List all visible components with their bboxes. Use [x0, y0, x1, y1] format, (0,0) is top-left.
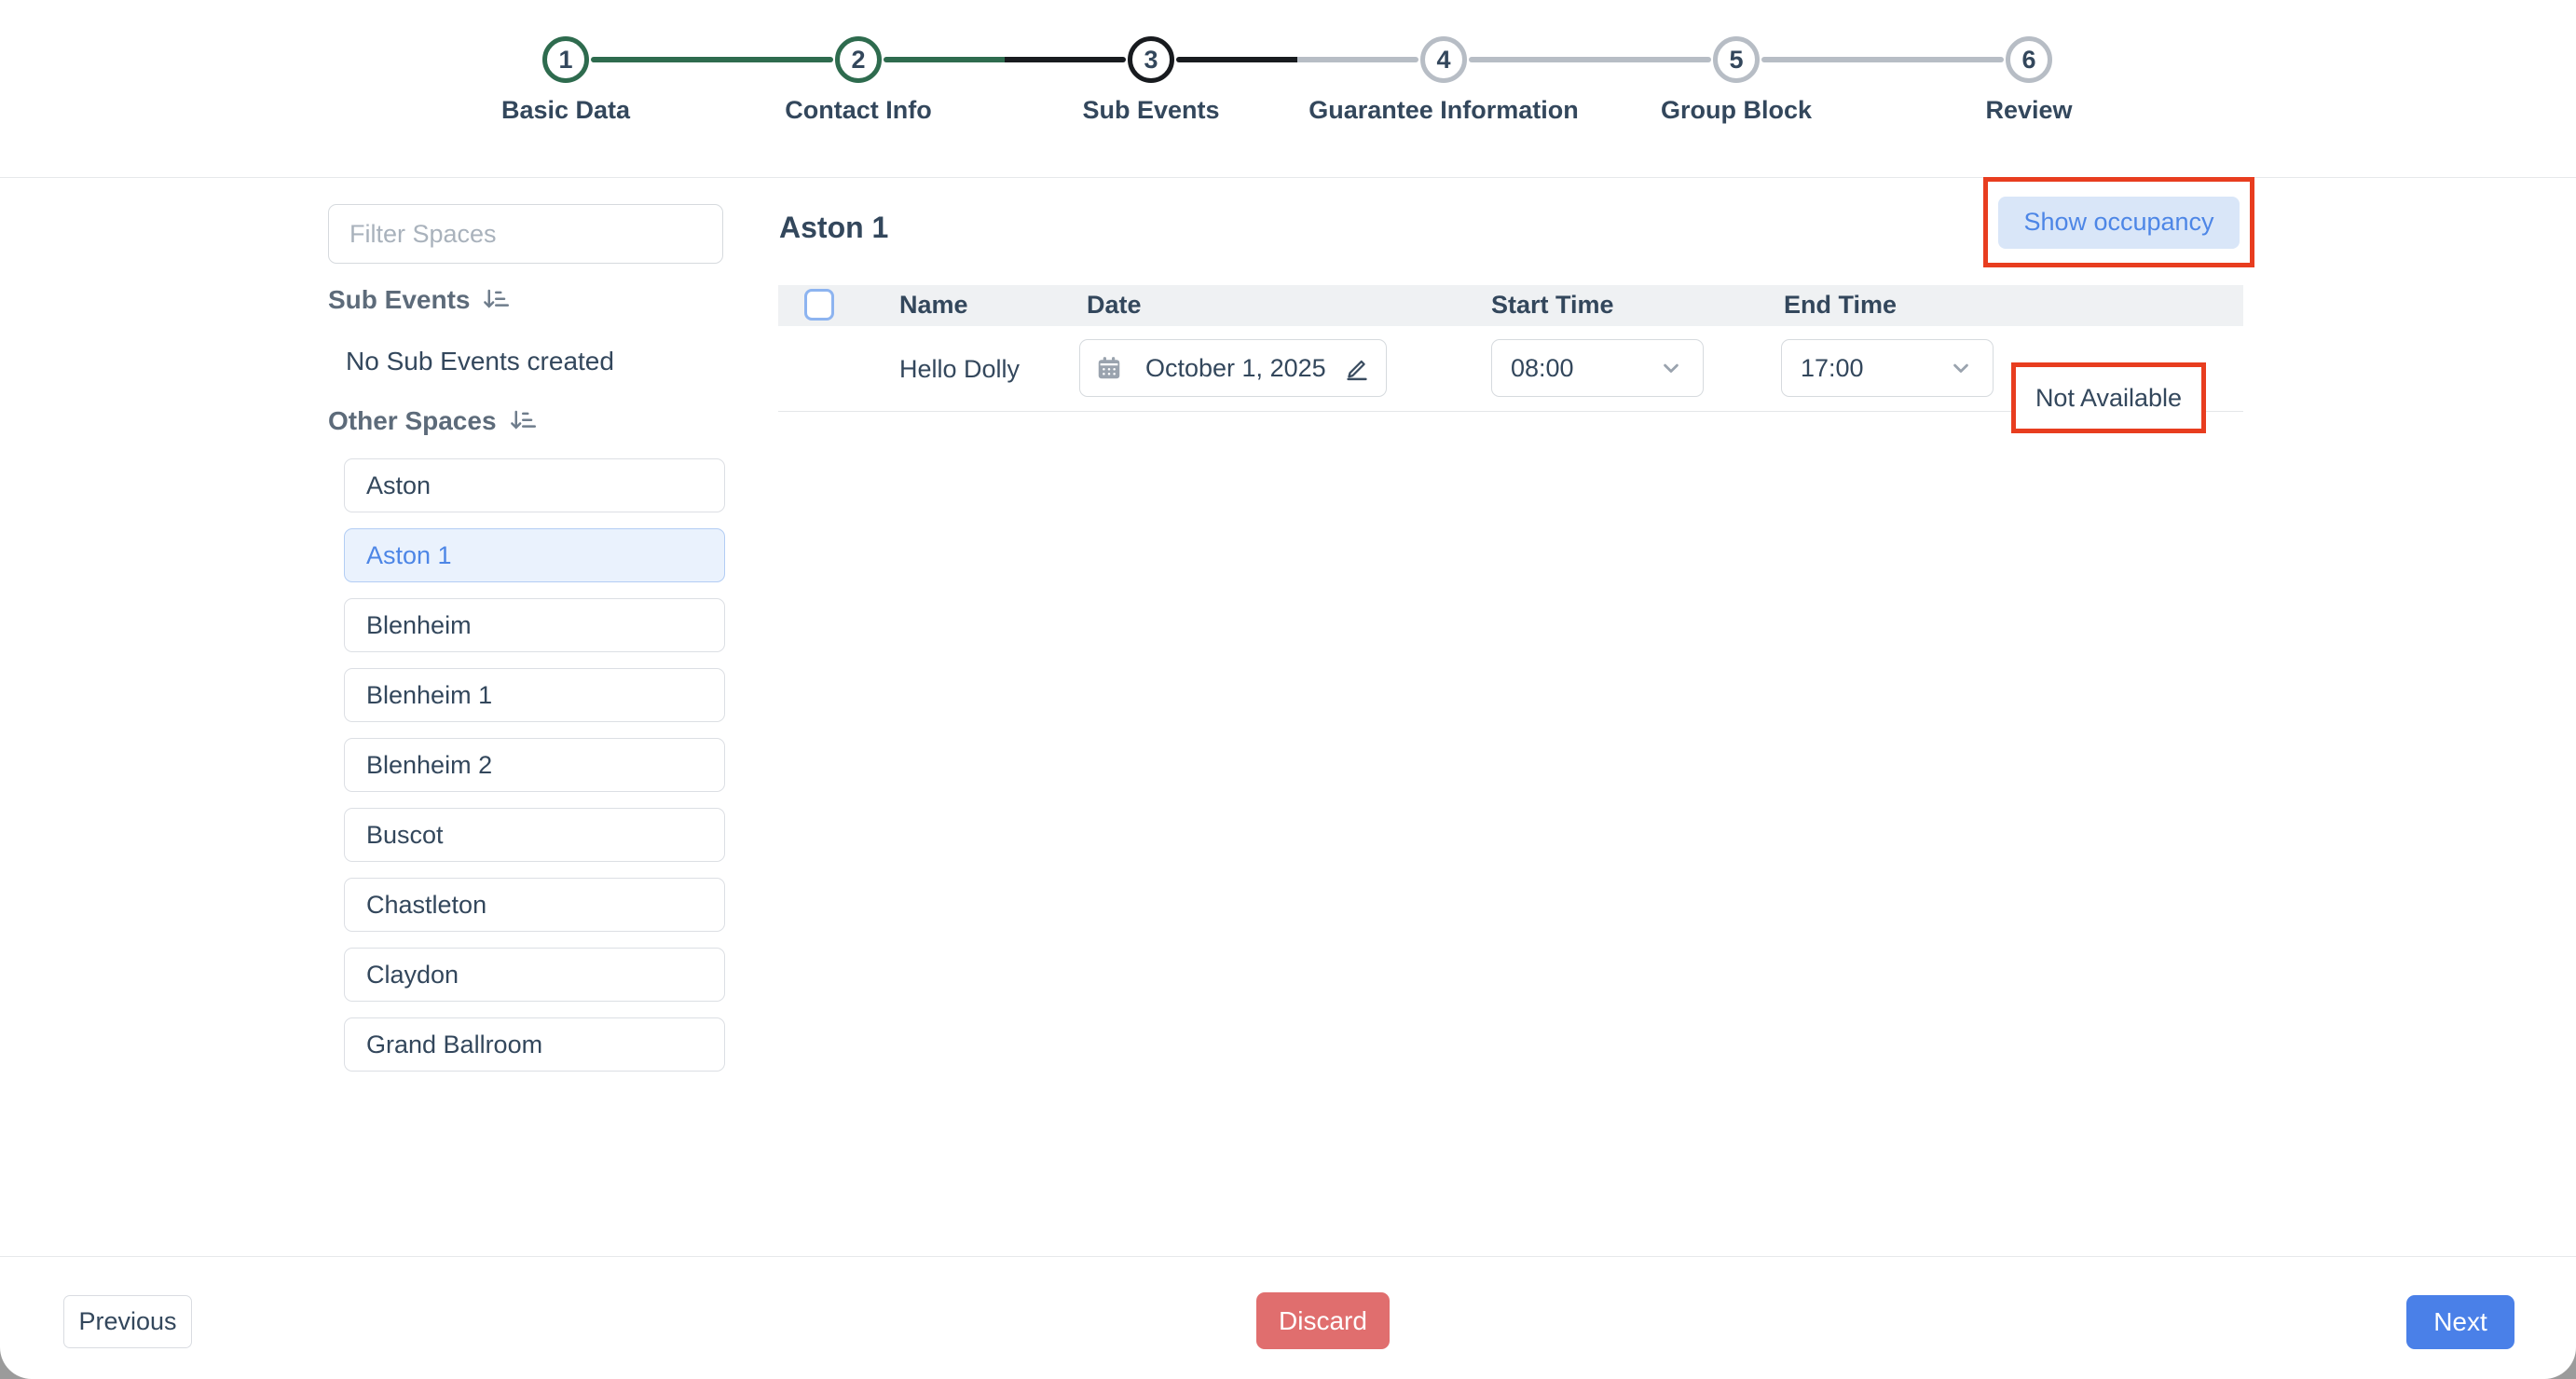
step-4-circle: 4 — [1420, 36, 1467, 83]
step-6-circle: 6 — [2006, 36, 2052, 83]
wizard-window: 1 Basic Data 2 Contact Info 3 Sub Events… — [0, 0, 2576, 1379]
other-spaces-header: Other Spaces — [328, 406, 536, 436]
end-time-value: 17:00 — [1801, 354, 1864, 383]
step-1-label: Basic Data — [501, 96, 630, 125]
date-value: October 1, 2025 — [1145, 354, 1326, 383]
page-title: Aston 1 — [779, 211, 888, 245]
space-item-aston-1[interactable]: Aston 1 — [344, 528, 725, 582]
step-1-circle: 1 — [542, 36, 589, 83]
step-5-number: 5 — [1729, 46, 1743, 75]
step-6-number: 6 — [2021, 46, 2035, 75]
step-2-circle: 2 — [835, 36, 882, 83]
space-item-grand-ballroom[interactable]: Grand Ballroom — [344, 1017, 725, 1072]
step-4-label: Guarantee Information — [1309, 96, 1579, 125]
next-button[interactable]: Next — [2406, 1295, 2514, 1349]
sub-events-table: Name Date Start Time End Time Hello Doll… — [778, 285, 2243, 412]
step-2-label: Contact Info — [785, 96, 931, 125]
stepper-step-sub-events[interactable]: 3 Sub Events — [1005, 36, 1297, 139]
space-item-claydon[interactable]: Claydon — [344, 948, 725, 1002]
column-header-start-time: Start Time — [1491, 291, 1614, 320]
table-header-row: Name Date Start Time End Time — [778, 285, 2243, 326]
sub-events-header: Sub Events — [328, 285, 509, 315]
stepper-step-review[interactable]: 6 Review — [1883, 36, 2175, 139]
sort-icon[interactable] — [481, 286, 509, 314]
column-header-name: Name — [899, 291, 968, 320]
other-spaces-list: Aston Aston 1 Blenheim Blenheim 1 Blenhe… — [344, 458, 725, 1087]
start-time-select[interactable]: 08:00 — [1491, 339, 1704, 397]
step-6-label: Review — [1985, 96, 2072, 125]
step-5-circle: 5 — [1713, 36, 1760, 83]
no-sub-events-text: No Sub Events created — [346, 347, 614, 376]
column-header-date: Date — [1087, 291, 1142, 320]
space-item-buscot[interactable]: Buscot — [344, 808, 725, 862]
step-5-label: Group Block — [1661, 96, 1812, 125]
space-item-aston[interactable]: Aston — [344, 458, 725, 512]
previous-button[interactable]: Previous — [63, 1295, 192, 1348]
column-header-end-time: End Time — [1784, 291, 1897, 320]
stepper-step-basic-data[interactable]: 1 Basic Data — [419, 36, 712, 139]
other-spaces-header-label: Other Spaces — [328, 406, 497, 436]
wizard-stepper: 1 Basic Data 2 Contact Info 3 Sub Events… — [419, 36, 2175, 139]
stepper-step-contact-info[interactable]: 2 Contact Info — [712, 36, 1005, 139]
space-item-blenheim-1[interactable]: Blenheim 1 — [344, 668, 725, 722]
availability-annotation-box: Not Available — [2011, 362, 2206, 433]
sort-icon[interactable] — [508, 407, 536, 435]
stepper-step-guarantee-information[interactable]: 4 Guarantee Information — [1297, 36, 1590, 139]
filter-spaces-input[interactable] — [328, 204, 723, 264]
stepper-step-group-block[interactable]: 5 Group Block — [1590, 36, 1883, 139]
availability-status: Not Available — [2035, 384, 2182, 413]
chevron-down-icon — [1948, 355, 1974, 381]
start-time-value: 08:00 — [1511, 354, 1574, 383]
chevron-down-icon — [1658, 355, 1684, 381]
sub-events-header-label: Sub Events — [328, 285, 470, 315]
select-all-checkbox[interactable] — [804, 289, 834, 321]
show-occupancy-annotation-box: Show occupancy — [1983, 177, 2254, 267]
space-item-blenheim-2[interactable]: Blenheim 2 — [344, 738, 725, 792]
edit-pencil-icon[interactable] — [1343, 354, 1371, 382]
space-item-chastleton[interactable]: Chastleton — [344, 878, 725, 932]
step-4-number: 4 — [1436, 46, 1450, 75]
show-occupancy-button[interactable]: Show occupancy — [1998, 197, 2240, 249]
end-time-select[interactable]: 17:00 — [1781, 339, 1994, 397]
step-3-circle: 3 — [1128, 36, 1174, 83]
step-3-label: Sub Events — [1082, 96, 1219, 125]
space-item-blenheim[interactable]: Blenheim — [344, 598, 725, 652]
date-picker-field[interactable]: October 1, 2025 — [1079, 339, 1387, 397]
calendar-icon — [1095, 354, 1123, 382]
step-2-number: 2 — [851, 46, 865, 75]
step-3-number: 3 — [1144, 46, 1158, 75]
discard-button[interactable]: Discard — [1256, 1292, 1390, 1349]
event-name: Hello Dolly — [899, 355, 1020, 384]
step-1-number: 1 — [558, 46, 572, 75]
table-row: Hello Dolly October 1, 2025 — [778, 326, 2243, 412]
footer-divider — [0, 1256, 2576, 1257]
